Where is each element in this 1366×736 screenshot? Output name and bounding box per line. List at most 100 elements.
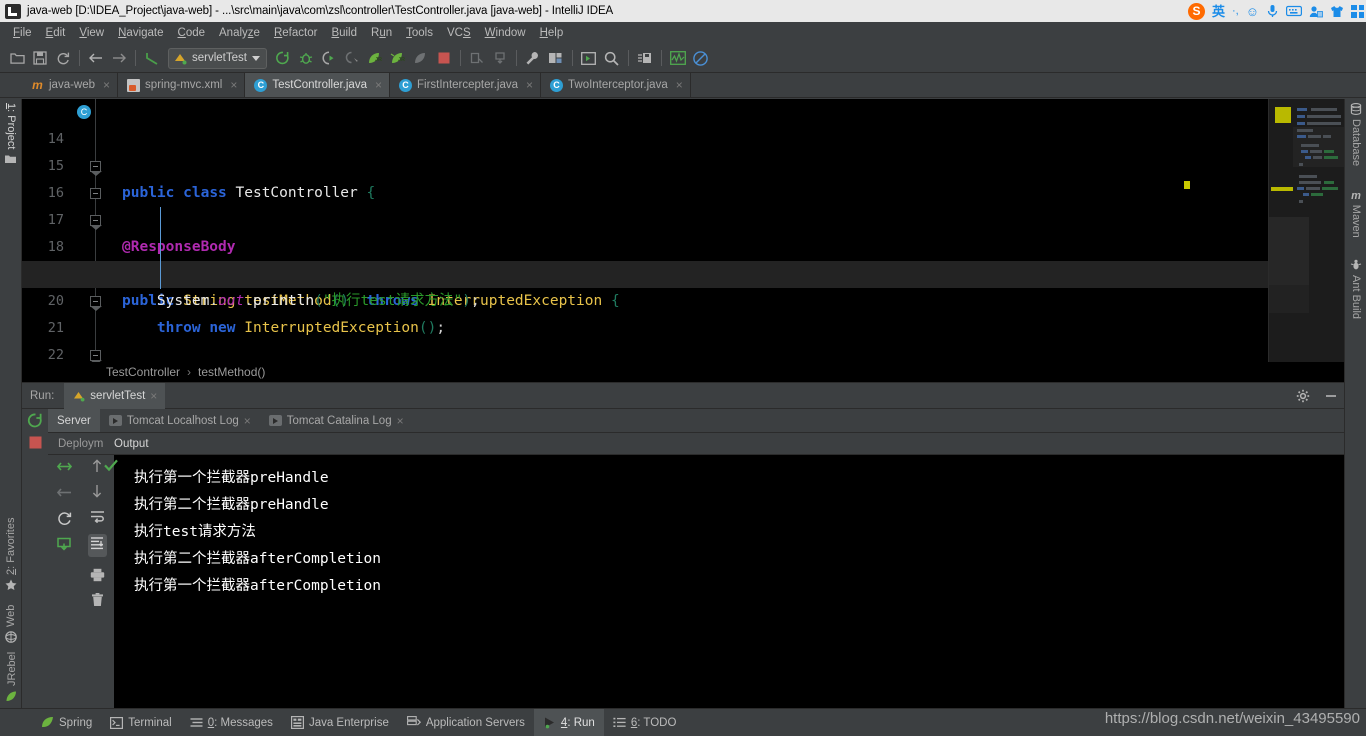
- editor-tab-twointerceptor-java[interactable]: C TwoInterceptor.java ×: [541, 73, 691, 97]
- no-access-icon[interactable]: [690, 47, 712, 69]
- close-icon[interactable]: ×: [676, 78, 683, 92]
- status-item-application-servers[interactable]: Application Servers: [398, 709, 534, 736]
- run-with-coverage-icon[interactable]: [318, 47, 340, 69]
- status-item-run[interactable]: 4: Run: [533, 708, 604, 736]
- editor-tab-testcontroller-java[interactable]: C TestController.java ×: [245, 73, 390, 97]
- ime-voice-icon[interactable]: [1266, 4, 1279, 18]
- up-arrow-icon[interactable]: [90, 459, 104, 473]
- menu-navigate[interactable]: Navigate: [111, 25, 170, 41]
- breadcrumb-item-method[interactable]: testMethod(): [198, 365, 265, 379]
- menu-file[interactable]: File: [6, 25, 39, 41]
- run-configuration-selector[interactable]: servletTest: [168, 47, 267, 69]
- sync-refresh-icon[interactable]: [52, 47, 74, 69]
- log-tab-server[interactable]: Server: [48, 409, 100, 432]
- sidebar-item-jrebel[interactable]: JRebel: [5, 652, 18, 703]
- code-editor[interactable]: 14 C public class TestController { 15 16…: [22, 99, 1344, 362]
- sogou-logo-icon[interactable]: S: [1187, 2, 1205, 20]
- status-item-spring[interactable]: Spring: [32, 709, 101, 736]
- ime-emoji-icon[interactable]: ☺: [1246, 5, 1259, 18]
- save-all-icon[interactable]: [29, 47, 51, 69]
- java-class-gutter-icon[interactable]: C: [77, 105, 91, 119]
- close-icon[interactable]: ×: [244, 414, 251, 428]
- rerun-icon[interactable]: [27, 412, 43, 428]
- forward-arrow-icon[interactable]: [108, 47, 130, 69]
- gear-icon[interactable]: [1296, 389, 1310, 403]
- menu-refactor[interactable]: Refactor: [267, 25, 324, 41]
- ime-toolbox-icon[interactable]: [1351, 4, 1364, 18]
- deploy-green-icon[interactable]: [56, 459, 72, 474]
- import-changes-icon[interactable]: [489, 47, 511, 69]
- sub-tab-output[interactable]: Output: [104, 433, 159, 454]
- close-icon[interactable]: ×: [150, 389, 157, 403]
- fold-marker[interactable]: [90, 161, 102, 176]
- menu-analyze[interactable]: Analyze: [212, 25, 267, 41]
- fold-marker[interactable]: [90, 215, 102, 230]
- jrebel-run-icon[interactable]: JR: [364, 47, 386, 69]
- soft-wrap-icon[interactable]: [90, 509, 105, 523]
- menu-vcs[interactable]: VCS: [440, 25, 478, 41]
- settings-wrench-icon[interactable]: [522, 47, 544, 69]
- ime-chinese-icon[interactable]: 英: [1212, 5, 1225, 18]
- jrebel-stop-icon[interactable]: [410, 47, 432, 69]
- close-icon[interactable]: ×: [103, 78, 110, 92]
- sidebar-item-ant-build[interactable]: Ant Build: [1350, 259, 1362, 319]
- undeploy-gray-icon[interactable]: [56, 485, 72, 500]
- ime-user-icon[interactable]: [1309, 5, 1323, 18]
- stop-icon[interactable]: [433, 47, 455, 69]
- open-folder-icon[interactable]: [6, 47, 28, 69]
- ime-skin-icon[interactable]: [1330, 5, 1344, 18]
- menu-help[interactable]: Help: [533, 25, 571, 41]
- menu-tools[interactable]: Tools: [399, 25, 440, 41]
- menu-edit[interactable]: Edit: [39, 25, 73, 41]
- jrebel-debug-icon[interactable]: JR: [387, 47, 409, 69]
- menu-view[interactable]: View: [72, 25, 111, 41]
- ime-punctuation-icon[interactable]: ·,: [1232, 5, 1239, 17]
- jump-to-source-icon[interactable]: [141, 47, 163, 69]
- status-item-messages[interactable]: 0: Messages: [181, 709, 282, 736]
- fold-marker[interactable]: [90, 350, 102, 362]
- menu-run[interactable]: Run: [364, 25, 399, 41]
- status-item-java-enterprise[interactable]: Java Enterprise: [282, 709, 398, 736]
- minimap-viewport[interactable]: [1269, 217, 1309, 285]
- close-icon[interactable]: ×: [375, 78, 382, 92]
- database-save-icon[interactable]: [634, 47, 656, 69]
- menu-build[interactable]: Build: [324, 25, 364, 41]
- profile-icon[interactable]: [341, 47, 363, 69]
- project-structure-icon[interactable]: [545, 47, 567, 69]
- sidebar-item-maven[interactable]: m Maven: [1350, 190, 1362, 238]
- scroll-to-end-button[interactable]: [87, 534, 107, 557]
- status-item-todo[interactable]: 6: TODO: [604, 709, 686, 736]
- sidebar-item-web[interactable]: Web: [5, 605, 17, 643]
- stop-red-icon[interactable]: [29, 436, 42, 449]
- log-tab-tomcat-catalina-log[interactable]: Tomcat Catalina Log ×: [260, 409, 413, 432]
- run-anything-icon[interactable]: [578, 47, 600, 69]
- minimize-icon[interactable]: [1324, 389, 1338, 403]
- ime-keyboard-icon[interactable]: [1286, 5, 1302, 17]
- fold-marker[interactable]: [90, 296, 102, 311]
- sub-tab-deployment[interactable]: Deploym: [48, 433, 104, 454]
- close-icon[interactable]: ×: [526, 78, 533, 92]
- search-everywhere-icon[interactable]: [601, 47, 623, 69]
- redeploy-icon[interactable]: [57, 511, 72, 526]
- editor-tab-java-web[interactable]: m java-web ×: [22, 73, 119, 97]
- status-item-terminal[interactable]: Terminal: [101, 709, 180, 736]
- error-stripe-marker[interactable]: [1184, 181, 1190, 189]
- menu-code[interactable]: Code: [171, 25, 213, 41]
- monitor-icon[interactable]: [667, 47, 689, 69]
- print-icon[interactable]: [90, 568, 105, 582]
- console-output[interactable]: 执行第一个拦截器preHandle 执行第二个拦截器preHandle 执行te…: [114, 455, 1344, 708]
- update-app-icon[interactable]: [466, 47, 488, 69]
- deploy-all-icon[interactable]: [56, 537, 72, 552]
- trash-icon[interactable]: [91, 593, 104, 607]
- close-icon[interactable]: ×: [230, 78, 237, 92]
- menu-window[interactable]: Window: [478, 25, 533, 41]
- down-arrow-icon[interactable]: [90, 484, 104, 498]
- run-icon[interactable]: [272, 47, 294, 69]
- minimap-viewport-dim[interactable]: [1269, 285, 1309, 313]
- run-tab-servlettest[interactable]: servletTest ×: [64, 382, 166, 409]
- close-icon[interactable]: ×: [397, 414, 404, 428]
- breadcrumb-item-class[interactable]: TestController: [106, 365, 180, 379]
- editor-tab-spring-mvc-xml[interactable]: spring-mvc.xml ×: [118, 73, 246, 97]
- editor-tab-firstintercepter-java[interactable]: C FirstIntercepter.java ×: [390, 73, 541, 97]
- back-arrow-icon[interactable]: [85, 47, 107, 69]
